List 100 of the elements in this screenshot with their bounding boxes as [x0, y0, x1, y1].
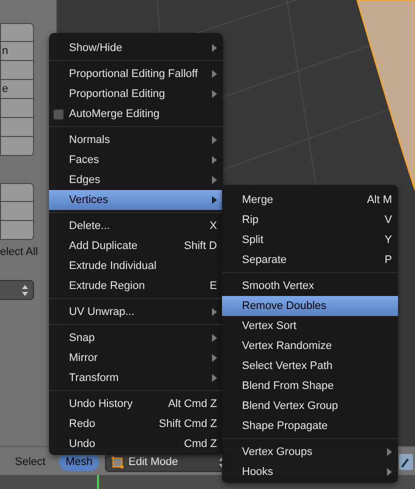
menu-item-label: Add Duplicate: [69, 240, 138, 252]
current-frame-line: [97, 475, 99, 489]
tool-button[interactable]: [0, 183, 34, 202]
shortcut-text: Cmd Z: [184, 438, 217, 450]
menu-item[interactable]: Delete... X: [49, 216, 223, 236]
shortcut-text: E: [210, 280, 217, 292]
submenu-arrow-icon: [387, 448, 392, 456]
menu-item-label: Redo: [69, 418, 96, 430]
tool-button[interactable]: [0, 23, 34, 42]
shortcut-text: P: [384, 254, 392, 266]
menu-item-label: Snap: [69, 332, 96, 344]
menu-item[interactable]: Smooth Vertex: [222, 276, 398, 296]
tool-button[interactable]: [0, 99, 34, 118]
menu-item[interactable]: Vertex Randomize: [222, 336, 398, 356]
menu-item-label: Transform: [69, 372, 120, 384]
menu-item[interactable]: Normals: [49, 130, 223, 150]
menu-item-label: Show/Hide: [69, 42, 124, 54]
up-down-icon: [22, 284, 28, 296]
menu-item-label: Hooks: [242, 466, 274, 478]
shortcut-text: V: [384, 214, 392, 226]
menu-item-label: Undo: [69, 438, 96, 450]
menu-item[interactable]: Proportional Editing: [49, 84, 223, 104]
submenu-arrow-icon: [212, 334, 217, 342]
shortcut-text: Shift D: [184, 240, 217, 252]
submenu-arrow-icon: [387, 468, 392, 476]
menu-item-label: Blend From Shape: [242, 380, 335, 392]
dropdown[interactable]: [0, 280, 34, 300]
menu-item-label: Faces: [69, 154, 100, 166]
menu-item-label: Remove Doubles: [242, 300, 328, 312]
menu-item[interactable]: Redo Shift Cmd Z: [49, 414, 223, 434]
menu-item-label: Undo History: [69, 398, 134, 410]
menu-item-label: Vertex Groups: [242, 446, 314, 458]
submenu-arrow-icon: [212, 176, 217, 184]
menu-item-label: Proportional Editing Falloff: [69, 68, 199, 80]
menu-item-label: Shape Propagate: [242, 420, 329, 432]
menu-item-label: Rip: [242, 214, 260, 226]
menu-item[interactable]: Split Y: [222, 230, 398, 250]
shortcut-text: Alt M: [366, 194, 392, 206]
tool-button[interactable]: n: [0, 42, 34, 61]
menu-item[interactable]: Mirror: [49, 348, 223, 368]
menu-item[interactable]: Select Vertex Path: [222, 356, 398, 376]
tool-button[interactable]: [0, 118, 34, 137]
menu-item-label: Select Vertex Path: [242, 360, 334, 372]
menu-item[interactable]: Faces: [49, 150, 223, 170]
menu-item-label: Extrude Individual: [69, 260, 158, 272]
submenu-arrow-icon: [212, 354, 217, 362]
tool-button[interactable]: [0, 221, 34, 240]
shortcut-text: Y: [384, 234, 392, 246]
menu-item-label: Proportional Editing: [69, 88, 166, 100]
cube-icon: [111, 456, 124, 468]
tool-button[interactable]: e: [0, 80, 34, 99]
menu-item[interactable]: Snap: [49, 328, 223, 348]
submenu-arrow-icon: [212, 90, 217, 98]
menu-item-label: Blend Vertex Group: [242, 400, 340, 412]
shortcut-text: Alt Cmd Z: [168, 398, 217, 410]
menu-item[interactable]: Shape Propagate: [222, 416, 398, 436]
menu-item[interactable]: Undo History Alt Cmd Z: [49, 394, 223, 414]
shortcut-text: Shift Cmd Z: [158, 418, 217, 430]
menu-item[interactable]: Add Duplicate Shift D: [49, 236, 223, 256]
checkbox[interactable]: [53, 108, 64, 120]
menu-item-label: Edges: [69, 174, 102, 186]
shortcut-text: X: [210, 220, 217, 232]
menu-item-label: Smooth Vertex: [242, 280, 316, 292]
tool-button[interactable]: [0, 137, 34, 156]
menu-item[interactable]: Blend Vertex Group: [222, 396, 398, 416]
tool-button[interactable]: [0, 202, 34, 221]
menu-item[interactable]: Transform: [49, 368, 223, 388]
menu-item[interactable]: Rip V: [222, 210, 398, 230]
menu-item-label: Vertex Randomize: [242, 340, 333, 352]
submenu-arrow-icon: [212, 156, 217, 164]
menu-item[interactable]: Merge Alt M: [222, 190, 398, 210]
menu-item-label: Normals: [69, 134, 111, 146]
submenu-arrow-icon: [212, 44, 217, 52]
tool-button[interactable]: [0, 61, 34, 80]
menu-item[interactable]: Proportional Editing Falloff: [49, 64, 223, 84]
menu-item[interactable]: Undo Cmd Z: [49, 434, 223, 454]
menu-item-label: Vertices: [69, 194, 110, 206]
menu-item-label: UV Unwrap...: [69, 306, 136, 318]
menu-item[interactable]: Extrude Individual: [49, 256, 223, 276]
menu-item[interactable]: UV Unwrap...: [49, 302, 223, 322]
submenu-arrow-icon: [212, 136, 217, 144]
menu-item[interactable]: Vertex Sort: [222, 316, 398, 336]
menu-item-label: Merge: [242, 194, 274, 206]
menu-item[interactable]: Vertices: [49, 190, 223, 210]
header-menu[interactable]: Select: [8, 453, 53, 471]
menu-item[interactable]: Remove Doubles: [222, 296, 398, 316]
menu-item[interactable]: Edges: [49, 170, 223, 190]
menu-item-label: Mirror: [69, 352, 99, 364]
menu-item-label: Split: [242, 234, 264, 246]
menu-item[interactable]: AutoMerge Editing: [49, 104, 223, 124]
submenu-arrow-icon: [212, 374, 217, 382]
menu-item[interactable]: Blend From Shape: [222, 376, 398, 396]
menu-item[interactable]: Show/Hide: [49, 38, 223, 58]
menu-item[interactable]: Extrude Region E: [49, 276, 223, 296]
menu-item-label: AutoMerge Editing: [69, 108, 160, 120]
menu-item-label: Delete...: [69, 220, 111, 232]
submenu-arrow-icon: [212, 308, 217, 316]
menu-item-label: Extrude Region: [69, 280, 146, 292]
menu-item[interactable]: Separate P: [222, 250, 398, 270]
select-all-label: elect All: [0, 246, 39, 258]
